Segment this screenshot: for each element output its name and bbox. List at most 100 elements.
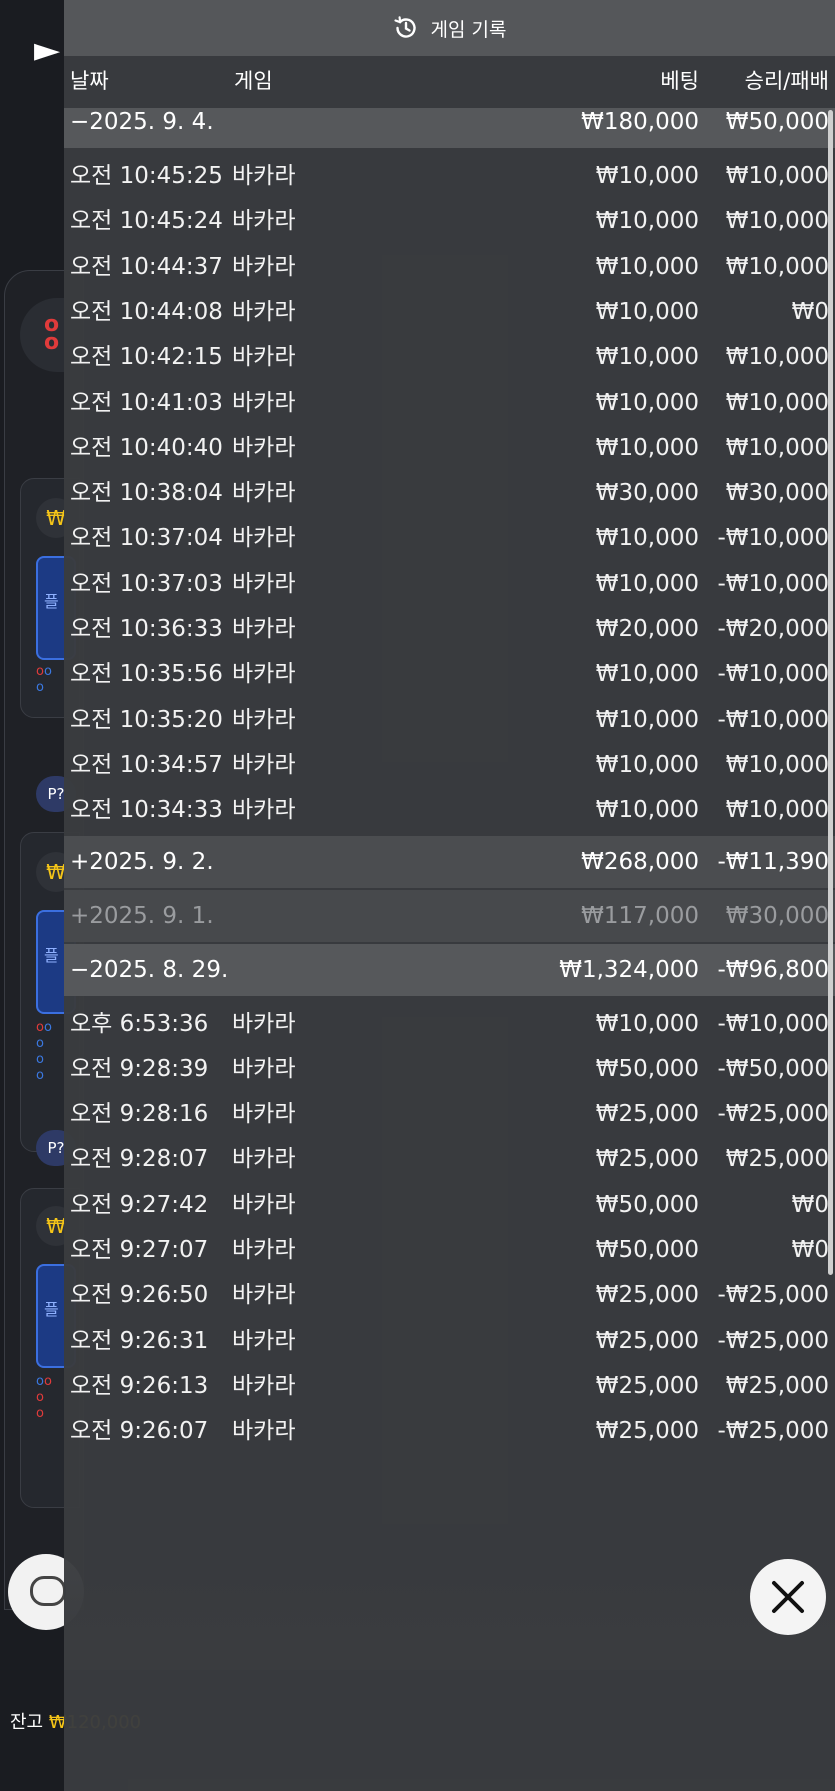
- row-result: ₩25,000: [725, 1146, 829, 1173]
- row-game: 바카라: [232, 1372, 296, 1399]
- row-game: 바카라: [232, 616, 296, 642]
- row-result: -₩25,000: [717, 1282, 829, 1309]
- date-group-result-total: -₩96,800: [717, 956, 829, 983]
- row-game: 바카라: [232, 1146, 296, 1173]
- history-row[interactable]: 오전 10:45:24 바카라 ₩10,000 ₩10,000: [64, 195, 835, 247]
- row-result: -₩10,000: [717, 1010, 829, 1037]
- history-row[interactable]: 오전 10:35:20 바카라 ₩10,000 -₩10,000: [64, 694, 835, 746]
- row-result: ₩0: [791, 1191, 829, 1218]
- row-bet: ₩25,000: [595, 1372, 699, 1399]
- history-row[interactable]: 오전 10:37:03 바카라 ₩10,000 -₩10,000: [64, 558, 835, 610]
- history-row[interactable]: 오전 9:28:39 바카라 ₩50,000 -₩50,000: [64, 1043, 835, 1095]
- row-result: ₩10,000: [725, 389, 829, 416]
- row-time: 오전 10:45:25: [70, 163, 223, 189]
- date-group-bet-total: ₩268,000: [581, 848, 699, 875]
- date-group-row[interactable]: +2025. 9. 1. ₩117,000 ₩30,000: [64, 889, 835, 942]
- history-row[interactable]: 오전 10:35:56 바카라 ₩10,000 -₩10,000: [64, 648, 835, 700]
- list-fade: [64, 1560, 835, 1670]
- scrollbar[interactable]: [828, 110, 833, 1275]
- row-time: 오전 9:26:13: [70, 1372, 209, 1399]
- row-bet: ₩10,000: [595, 344, 699, 371]
- history-row[interactable]: 오전 9:27:42 바카라 ₩50,000 ₩0: [64, 1179, 835, 1231]
- history-row[interactable]: 오전 9:28:16 바카라 ₩25,000 -₩25,000: [64, 1088, 835, 1140]
- history-row[interactable]: 오전 10:41:03 바카라 ₩10,000 ₩10,000: [64, 377, 835, 429]
- balance-label: 잔고: [10, 1712, 44, 1733]
- row-game: 바카라: [232, 208, 296, 235]
- history-list[interactable]: −2025. 9. 4. ₩180,000 ₩50,000 오전 10:45:25 바카…: [64, 108, 835, 1791]
- history-row[interactable]: 오전 9:27:07 바카라 ₩50,000 ₩0: [64, 1224, 835, 1276]
- row-result: ₩10,000: [725, 751, 829, 778]
- row-result: -₩20,000: [717, 616, 829, 642]
- row-bet: ₩10,000: [595, 797, 699, 824]
- history-row[interactable]: 오전 10:44:08 바카라 ₩10,000 ₩0: [64, 286, 835, 338]
- close-icon: [772, 1581, 804, 1613]
- row-result: -₩25,000: [717, 1101, 829, 1128]
- row-time: 오전 9:26:07: [70, 1418, 209, 1445]
- history-row[interactable]: 오전 9:28:07 바카라 ₩25,000 ₩25,000: [64, 1133, 835, 1185]
- history-icon: [393, 15, 419, 41]
- history-row[interactable]: 오전 10:34:33 바카라 ₩10,000 ₩10,000: [64, 784, 835, 836]
- row-result: -₩10,000: [717, 661, 829, 688]
- history-row[interactable]: 오전 10:40:40 바카라 ₩10,000 ₩10,000: [64, 422, 835, 474]
- history-row[interactable]: 오전 10:34:57 바카라 ₩10,000 ₩10,000: [64, 739, 835, 791]
- row-time: 오전 10:44:37: [70, 253, 223, 280]
- row-bet: ₩10,000: [595, 434, 699, 461]
- history-row[interactable]: 오전 10:37:04 바카라 ₩10,000 -₩10,000: [64, 512, 835, 564]
- history-row[interactable]: 오전 10:36:33 바카라 ₩20,000 -₩20,000: [64, 603, 835, 655]
- history-row[interactable]: 오전 10:38:04 바카라 ₩30,000 ₩30,000: [64, 467, 835, 519]
- bead-road: oo o o: [36, 1374, 52, 1421]
- row-time: 오전 10:34:57: [70, 751, 223, 778]
- row-time: 오전 10:44:08: [70, 298, 223, 325]
- row-game: 바카라: [232, 1101, 296, 1128]
- column-header-game: 게임: [234, 69, 273, 93]
- row-time: 오전 9:26:31: [70, 1327, 209, 1354]
- row-bet: ₩10,000: [595, 570, 699, 597]
- date-group-result-total: -₩11,390: [717, 848, 829, 875]
- row-time: 오전 10:40:40: [70, 434, 223, 461]
- date-group-bet-total: ₩180,000: [581, 109, 699, 135]
- date-group-row[interactable]: +2025. 9. 2. ₩268,000 -₩11,390: [64, 835, 835, 888]
- row-bet: ₩30,000: [595, 480, 699, 507]
- history-row[interactable]: 오전 9:26:07 바카라 ₩25,000 -₩25,000: [64, 1405, 835, 1457]
- chat-icon: [30, 1576, 66, 1606]
- row-bet: ₩25,000: [595, 1282, 699, 1309]
- close-button[interactable]: [750, 1559, 826, 1635]
- history-row[interactable]: 오전 10:42:15 바카라 ₩10,000 ₩10,000: [64, 331, 835, 383]
- history-row[interactable]: 오전 9:26:31 바카라 ₩25,000 -₩25,000: [64, 1315, 835, 1367]
- row-time: 오전 10:41:03: [70, 389, 223, 416]
- row-game: 바카라: [232, 797, 296, 824]
- row-game: 바카라: [232, 525, 296, 552]
- date-group-bet-total: ₩1,324,000: [559, 956, 699, 983]
- history-row[interactable]: 오전 9:26:50 바카라 ₩25,000 -₩25,000: [64, 1269, 835, 1321]
- row-game: 바카라: [232, 706, 296, 733]
- column-header-date: 날짜: [70, 69, 109, 93]
- row-time: 오전 9:26:50: [70, 1282, 209, 1309]
- date-group-label: −2025. 8. 29.: [70, 956, 229, 983]
- row-game: 바카라: [232, 751, 296, 778]
- row-game: 바카라: [232, 1327, 296, 1354]
- history-row[interactable]: 오후 6:53:36 바카라 ₩10,000 -₩10,000: [64, 998, 835, 1050]
- row-result: ₩10,000: [725, 208, 829, 235]
- row-bet: ₩10,000: [595, 163, 699, 189]
- row-time: 오전 9:27:07: [70, 1237, 209, 1263]
- row-bet: ₩10,000: [595, 706, 699, 733]
- row-time: 오전 10:35:56: [70, 661, 223, 688]
- row-result: ₩10,000: [725, 163, 829, 189]
- date-group-label: −2025. 9. 4.: [70, 109, 214, 135]
- row-bet: ₩10,000: [595, 389, 699, 416]
- row-bet: ₩50,000: [595, 1237, 699, 1263]
- row-bet: ₩25,000: [595, 1327, 699, 1354]
- date-group-row[interactable]: −2025. 9. 4. ₩180,000 ₩50,000: [64, 108, 835, 148]
- history-row[interactable]: 오전 10:45:25 바카라 ₩10,000 ₩10,000: [64, 150, 835, 202]
- row-result: ₩10,000: [725, 434, 829, 461]
- game-history-modal: 게임 기록 날짜 게임 베팅 승리/패배 −2025. 9. 4. ₩180,00…: [64, 0, 835, 1791]
- date-group-row[interactable]: −2025. 8. 29. ₩1,324,000 -₩96,800: [64, 943, 835, 996]
- row-game: 바카라: [232, 1191, 296, 1218]
- row-time: 오후 6:53:36: [70, 1010, 209, 1037]
- row-bet: ₩25,000: [595, 1418, 699, 1445]
- history-row[interactable]: 오전 10:44:37 바카라 ₩10,000 ₩10,000: [64, 241, 835, 293]
- row-game: 바카라: [232, 389, 296, 416]
- row-result: ₩10,000: [725, 797, 829, 824]
- row-time: 오전 9:27:42: [70, 1191, 209, 1218]
- history-row[interactable]: 오전 9:26:13 바카라 ₩25,000 ₩25,000: [64, 1360, 835, 1412]
